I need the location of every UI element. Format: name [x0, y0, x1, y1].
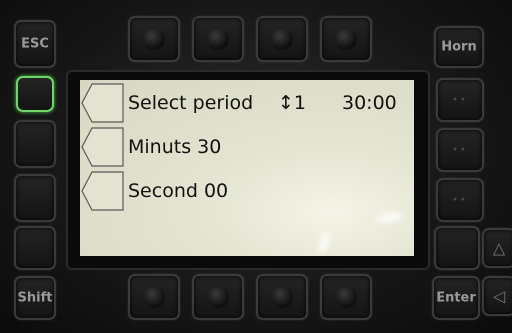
shift-button[interactable]: Shift — [14, 276, 56, 320]
screen-glare-2 — [316, 231, 332, 255]
top-key-2-knob — [207, 28, 229, 50]
minutes-row: Minuts 30 — [128, 136, 222, 158]
softkey-tab-3[interactable] — [80, 170, 124, 212]
top-key-1[interactable] — [128, 16, 180, 62]
arrow-down-icon: ◁ — [492, 286, 506, 306]
softkey-tab-1[interactable] — [80, 82, 124, 124]
right-key-1-dots: •• — [452, 94, 468, 106]
horn-button[interactable]: Horn — [434, 26, 484, 68]
seconds-row: Second 00 — [128, 180, 229, 202]
shift-label: Shift — [17, 290, 53, 306]
left-key-2[interactable] — [14, 120, 56, 168]
arrow-down-button[interactable]: ◁ — [482, 276, 512, 316]
horn-label: Horn — [441, 39, 477, 55]
arrow-up-icon: △ — [492, 238, 506, 258]
top-key-4[interactable] — [320, 16, 372, 62]
bottom-key-4[interactable] — [320, 274, 372, 320]
bottom-key-2[interactable] — [192, 274, 244, 320]
softkey-tab-2[interactable] — [80, 126, 124, 168]
select-period-label: Select period — [128, 92, 254, 114]
top-key-2[interactable] — [192, 16, 244, 62]
left-key-1[interactable] — [16, 76, 54, 112]
left-key-3[interactable] — [14, 174, 56, 222]
top-key-1-knob — [143, 28, 165, 50]
bottom-key-3[interactable] — [256, 274, 308, 320]
esc-label: ESC — [21, 36, 49, 52]
bottom-key-4-knob — [335, 286, 357, 308]
right-key-2-dots: •• — [452, 144, 468, 156]
right-key-1[interactable]: •• — [436, 78, 484, 122]
right-key-3-dots: •• — [452, 194, 468, 206]
esc-button[interactable]: ESC — [14, 20, 56, 68]
enter-button[interactable]: Enter — [432, 276, 480, 320]
top-key-4-knob — [335, 28, 357, 50]
right-key-2[interactable]: •• — [436, 128, 484, 172]
bottom-key-2-knob — [207, 286, 229, 308]
left-key-4[interactable] — [14, 226, 56, 270]
top-key-3[interactable] — [256, 16, 308, 62]
right-key-3[interactable]: •• — [436, 178, 484, 222]
bottom-key-3-knob — [271, 286, 293, 308]
period-time-value: 30:00 — [342, 92, 397, 114]
enter-label: Enter — [436, 290, 476, 306]
top-key-3-knob — [271, 28, 293, 50]
bottom-key-1[interactable] — [128, 274, 180, 320]
lcd-display: Select period ↕1 30:00 Minuts 30 Second … — [80, 80, 414, 256]
right-key-4[interactable] — [434, 226, 480, 270]
screen-glare-1 — [375, 211, 403, 225]
arrow-up-button[interactable]: △ — [482, 228, 512, 268]
bottom-key-1-knob — [143, 286, 165, 308]
period-indicator: ↕1 — [278, 92, 307, 114]
